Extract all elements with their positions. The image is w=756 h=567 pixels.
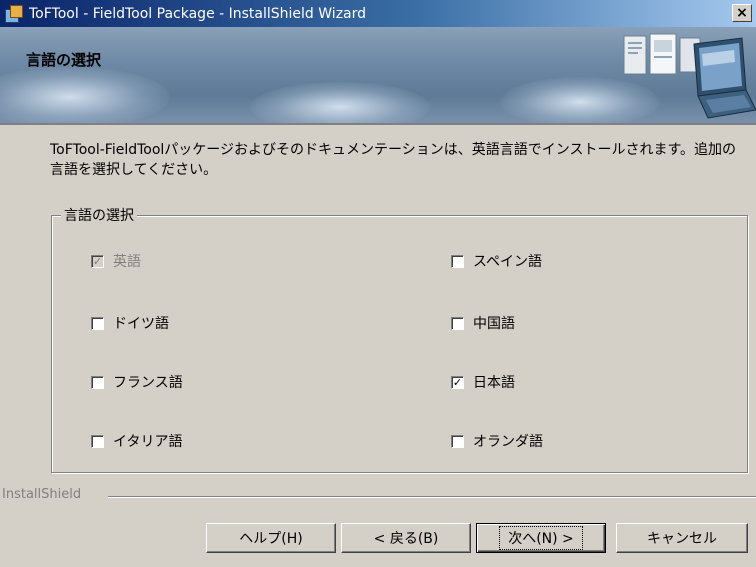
wizard-banner: 言語の選択 <box>0 27 756 125</box>
option-chinese[interactable]: 中国語 <box>451 313 515 333</box>
title-bar[interactable]: ToFTool - FieldTool Package - InstallShi… <box>0 0 756 27</box>
checkbox-japanese[interactable]: ✓ <box>451 375 464 389</box>
option-italian[interactable]: イタリア語 <box>91 431 182 451</box>
option-dutch[interactable]: オランダ語 <box>451 431 543 451</box>
back-button[interactable]: < 戻る(B) <box>341 523 471 553</box>
installshield-wizard-window: ToFTool - FieldTool Package - InstallShi… <box>0 0 756 567</box>
banner-light-glow <box>250 82 430 125</box>
intro-text: ToFTool-FieldToolパッケージおよびそのドキュメンテーションは、英… <box>50 142 737 178</box>
checkbox-italian[interactable] <box>91 434 104 448</box>
option-english: ✓ 英語 <box>91 251 141 271</box>
option-label: オランダ語 <box>473 434 543 450</box>
option-french[interactable]: フランス語 <box>91 372 183 392</box>
checkbox-french[interactable] <box>91 375 104 389</box>
checkbox-spanish[interactable] <box>451 254 464 268</box>
option-label: 日本語 <box>473 375 515 391</box>
installer-app-icon <box>5 4 23 23</box>
option-german[interactable]: ドイツ語 <box>91 313 169 333</box>
installshield-brand: InstallShield <box>2 487 82 502</box>
window-title: ToFTool - FieldTool Package - InstallShi… <box>29 5 367 22</box>
laptop-graphic-icon <box>623 33 756 119</box>
banner-light-glow <box>0 67 170 125</box>
option-label: 中国語 <box>473 316 515 332</box>
help-button[interactable]: ヘルプ(H) <box>206 523 336 553</box>
next-button-label: 次へ(N) > <box>499 526 583 550</box>
option-label: 英語 <box>113 254 141 270</box>
checkbox-dutch[interactable] <box>451 434 464 448</box>
checkbox-english: ✓ <box>91 254 104 268</box>
option-spanish[interactable]: スペイン語 <box>451 251 542 271</box>
option-label: フランス語 <box>113 375 183 391</box>
option-label: イタリア語 <box>113 434 183 450</box>
checkbox-chinese[interactable] <box>451 316 464 330</box>
option-label: スペイン語 <box>473 254 543 270</box>
checkbox-german[interactable] <box>91 316 104 330</box>
page-title: 言語の選択 <box>26 51 102 69</box>
footer-divider <box>108 496 756 498</box>
next-button[interactable]: 次へ(N) > <box>476 523 606 553</box>
option-label: ドイツ語 <box>113 316 169 332</box>
cancel-button[interactable]: キャンセル <box>616 523 748 553</box>
option-japanese[interactable]: ✓ 日本語 <box>451 372 515 392</box>
group-legend: 言語の選択 <box>61 205 137 225</box>
close-button[interactable]: × <box>732 4 752 22</box>
